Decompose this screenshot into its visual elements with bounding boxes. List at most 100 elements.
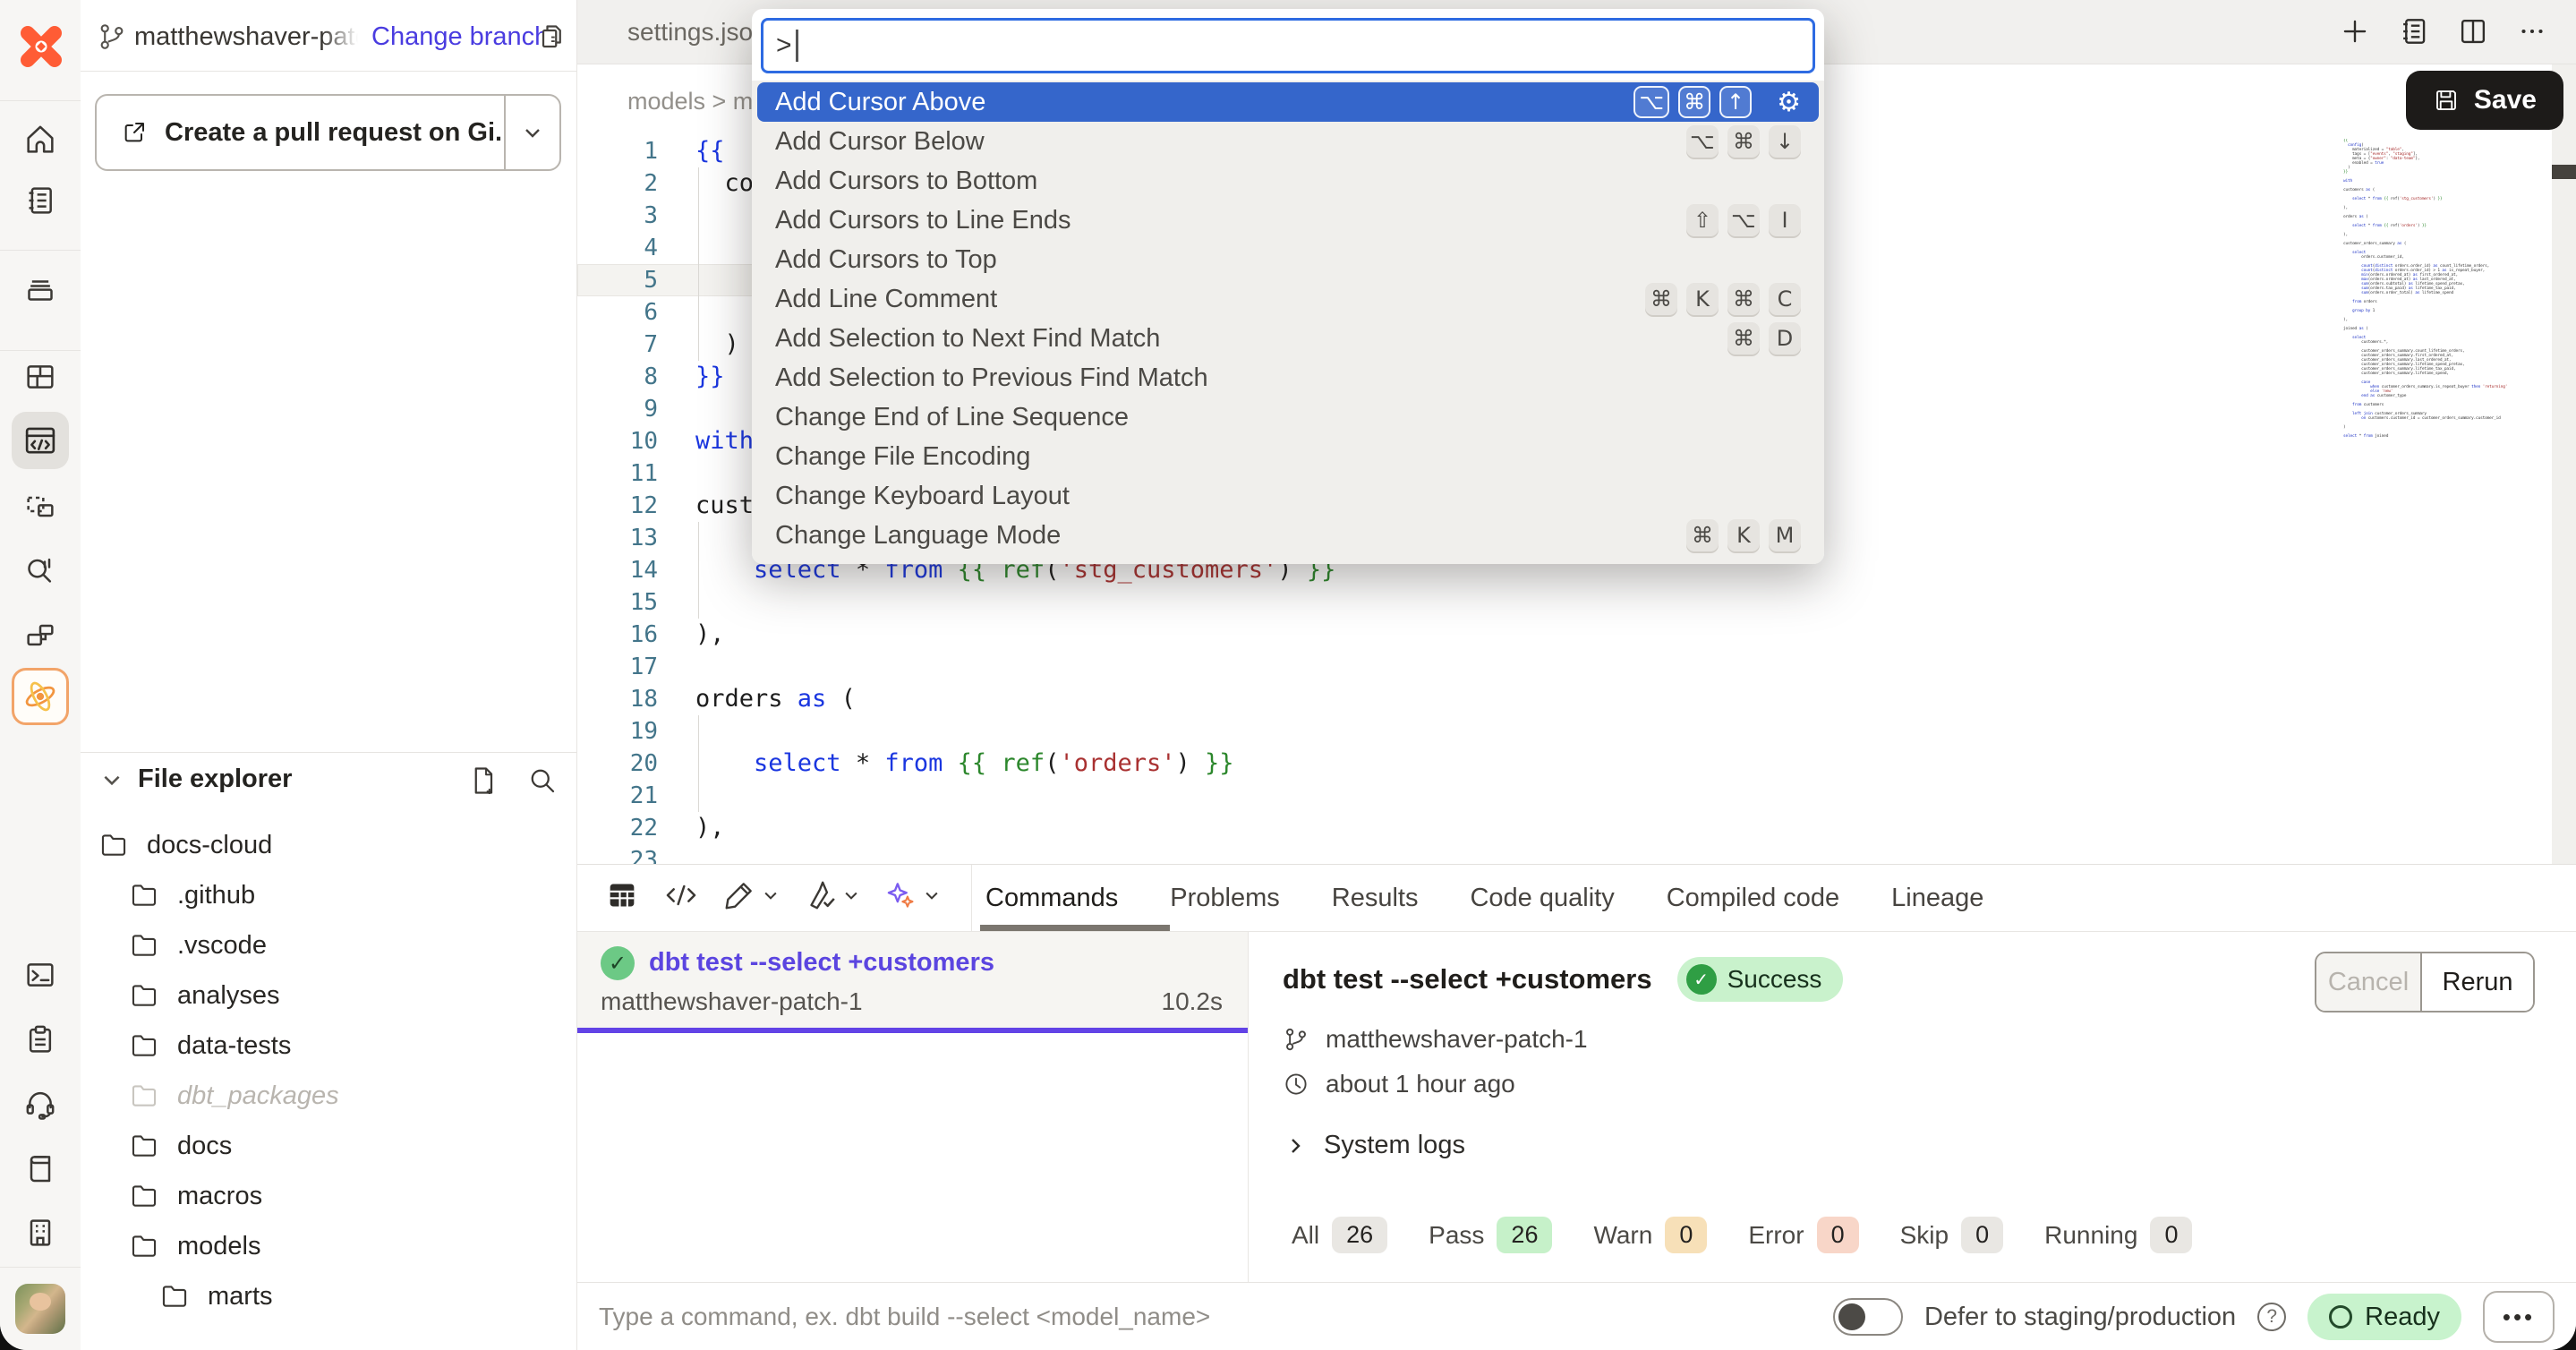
palette-item-add-cursors-to-line-ends[interactable]: Add Cursors to Line Ends⇧⌥I (757, 201, 1819, 240)
lint-tool[interactable] (803, 878, 860, 912)
ai-fix-tool[interactable] (883, 878, 941, 912)
tab-settings-json[interactable]: settings.json (627, 18, 767, 47)
run-command: dbt test --select +customers (649, 948, 994, 978)
code-line-21[interactable]: 21 (577, 780, 2332, 812)
query-explorer-icon[interactable] (22, 551, 58, 587)
more-options-icon[interactable] (2515, 14, 2549, 48)
configure-keybinding-gear-icon[interactable]: ⚙ (1777, 87, 1801, 118)
count-filter-skip[interactable]: Skip0 (1900, 1217, 2004, 1253)
terminal-icon[interactable] (22, 957, 58, 993)
panel-tab-results[interactable]: Results (1332, 884, 1419, 913)
file-explorer-section[interactable]: File explorer (100, 765, 292, 794)
palette-item-add-line-comment[interactable]: Add Line Comment⌘K⌘C (757, 279, 1819, 319)
command-input[interactable]: Type a command, ex. dbt build --select <… (599, 1303, 1210, 1331)
editor-scrollbar[interactable] (2552, 64, 2576, 864)
palette-item-change-keyboard-layout[interactable]: Change Keyboard Layout (757, 476, 1819, 516)
system-logs-toggle[interactable]: System logs (1284, 1131, 1465, 1160)
code-line-22[interactable]: 22), (577, 812, 2332, 844)
defer-toggle[interactable] (1833, 1298, 1903, 1336)
rerun-button[interactable]: Rerun (2420, 953, 2533, 1011)
palette-item-add-selection-to-next-find-match[interactable]: Add Selection to Next Find Match⌘D (757, 319, 1819, 358)
count-label: Running (2044, 1221, 2137, 1250)
run-history-item[interactable]: ✓ dbt test --select +customers matthewsh… (577, 932, 1248, 1033)
code-line-16[interactable]: 16), (577, 619, 2332, 651)
panel-tab-compiled-code[interactable]: Compiled code (1667, 884, 1839, 913)
code-text (658, 586, 695, 619)
environments-drawer-icon[interactable] (22, 270, 58, 306)
dashboard-icon[interactable] (22, 359, 58, 395)
file-tree-item-marts[interactable]: marts (81, 1271, 576, 1321)
copy-icon[interactable] (535, 20, 567, 52)
editor-minimap[interactable]: {{ config( materialized = "table", tags … (2343, 139, 2549, 439)
file-tree-item--github[interactable]: .github (81, 870, 576, 920)
dbt-logo[interactable] (18, 23, 64, 70)
code-line-18[interactable]: 18orders as ( (577, 683, 2332, 715)
results-table-icon[interactable] (604, 877, 640, 913)
create-pr-button[interactable]: Create a pull request on Gi... (95, 94, 561, 171)
file-tree-label: macros (177, 1182, 262, 1211)
code-line-15[interactable]: 15 (577, 586, 2332, 619)
ide-status-badge[interactable]: Ready (2307, 1294, 2461, 1340)
code-line-17[interactable]: 17 (577, 651, 2332, 683)
code-editor-icon[interactable] (12, 412, 69, 469)
file-tree-label: models (177, 1232, 261, 1261)
user-avatar[interactable] (15, 1284, 65, 1334)
palette-item-change-language-mode[interactable]: Change Language Mode⌘KM (757, 516, 1819, 555)
windows-link-icon[interactable] (22, 617, 58, 653)
palette-item-add-cursors-to-top[interactable]: Add Cursors to Top (757, 240, 1819, 279)
file-tree-item-analyses[interactable]: analyses (81, 970, 576, 1021)
panel-tab-code-quality[interactable]: Code quality (1470, 884, 1614, 913)
create-pr-label: Create a pull request on Gi... (165, 118, 504, 148)
file-tree-item-data-tests[interactable]: data-tests (81, 1021, 576, 1071)
status-more-button[interactable]: ••• (2483, 1291, 2555, 1343)
count-filter-warn[interactable]: Warn0 (1593, 1217, 1707, 1253)
panel-tab-commands[interactable]: Commands (985, 884, 1118, 913)
clipboard-icon[interactable] (22, 1021, 58, 1057)
change-branch-link[interactable]: Change branch (371, 21, 549, 52)
panel-tab-problems[interactable]: Problems (1170, 884, 1280, 913)
palette-item-change-file-encoding[interactable]: Change File Encoding (757, 437, 1819, 476)
palette-item-label: Add Selection to Next Find Match (775, 324, 1160, 354)
code-line-19[interactable]: 19 (577, 715, 2332, 748)
panel-tab-lineage[interactable]: Lineage (1891, 884, 1983, 913)
code-line-20[interactable]: 20 select * from {{ ref('orders') }} (577, 748, 2332, 780)
format-tool[interactable] (722, 878, 780, 912)
dbt-copilot-icon[interactable] (12, 668, 69, 725)
palette-item-add-cursors-to-bottom[interactable]: Add Cursors to Bottom (757, 161, 1819, 201)
cancel-button[interactable]: Cancel (2316, 953, 2420, 1011)
scrollbar-thumb[interactable] (2552, 165, 2576, 179)
file-tree-item-docs[interactable]: docs (81, 1121, 576, 1171)
support-headset-icon[interactable] (22, 1085, 58, 1121)
new-file-icon[interactable] (467, 765, 499, 797)
palette-item-add-cursor-below[interactable]: Add Cursor Below⌥⌘↓ (757, 122, 1819, 161)
pr-button-dropdown[interactable] (504, 96, 559, 169)
help-icon[interactable]: ? (2257, 1303, 2286, 1331)
new-tab-plus-icon[interactable] (2338, 14, 2372, 48)
docs-book-icon[interactable] (22, 1149, 58, 1185)
command-palette-input[interactable]: > (761, 18, 1815, 73)
code-text (658, 522, 695, 554)
notebook-panel-icon[interactable] (2397, 14, 2431, 48)
file-tree-item-dbt-packages[interactable]: dbt_packages (81, 1071, 576, 1121)
compiled-code-icon[interactable] (663, 877, 699, 913)
count-filter-pass[interactable]: Pass26 (1429, 1217, 1552, 1253)
notebook-icon[interactable] (22, 183, 58, 218)
file-tree-item-models[interactable]: models (81, 1221, 576, 1271)
canvas-frame-icon[interactable] (22, 489, 58, 525)
file-tree-item-docs-cloud[interactable]: docs-cloud (81, 820, 576, 870)
home-icon[interactable] (22, 122, 58, 158)
split-editor-icon[interactable] (2456, 14, 2490, 48)
file-tree-item--vscode[interactable]: .vscode (81, 920, 576, 970)
count-filter-all[interactable]: All26 (1292, 1217, 1387, 1253)
count-filter-running[interactable]: Running0 (2044, 1217, 2192, 1253)
system-logs-label: System logs (1324, 1131, 1465, 1160)
file-tree-item-macros[interactable]: macros (81, 1171, 576, 1221)
palette-item-add-selection-to-previous-find-match[interactable]: Add Selection to Previous Find Match (757, 358, 1819, 397)
palette-item-change-end-of-line-sequence[interactable]: Change End of Line Sequence (757, 397, 1819, 437)
save-button[interactable]: Save (2406, 71, 2563, 130)
line-number: 2 (577, 167, 658, 200)
search-icon[interactable] (526, 765, 559, 797)
organization-icon[interactable] (22, 1215, 58, 1251)
count-filter-error[interactable]: Error0 (1748, 1217, 1858, 1253)
palette-item-add-cursor-above[interactable]: Add Cursor Above⌥⌘↑⚙ (757, 82, 1819, 122)
